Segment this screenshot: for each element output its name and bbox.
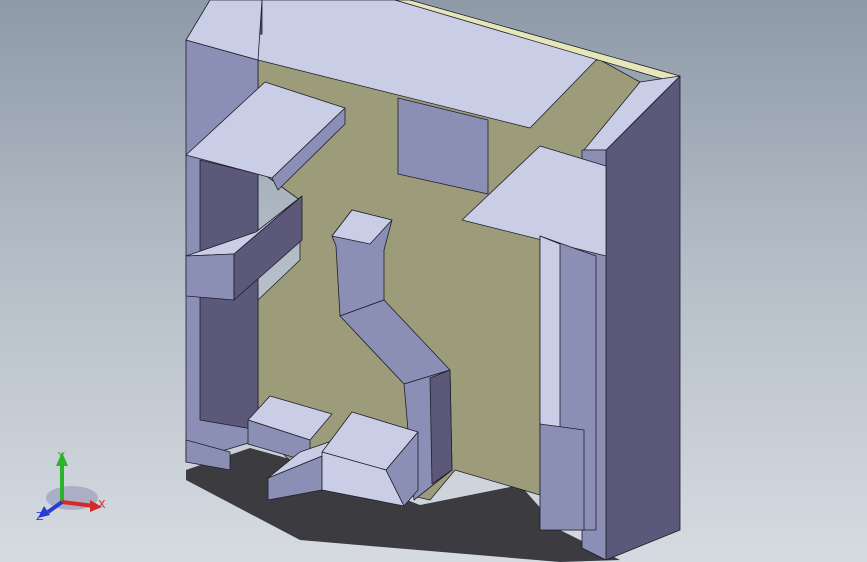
z-axis-label: Z [36,510,44,523]
cad-viewport[interactable]: X Y Z [0,0,867,562]
y-axis-label: Y [57,450,65,463]
cabinet-model[interactable] [185,0,681,562]
x-axis-label: X [98,498,106,511]
right-lower-box [539,423,585,531]
left-shelf-front [185,253,235,301]
duct-lower-face [429,369,453,485]
orientation-triad[interactable]: X Y Z [36,450,106,523]
model-canvas[interactable]: X Y Z [0,0,867,562]
right-tower-front [605,75,681,561]
right-column-face [539,235,561,431]
